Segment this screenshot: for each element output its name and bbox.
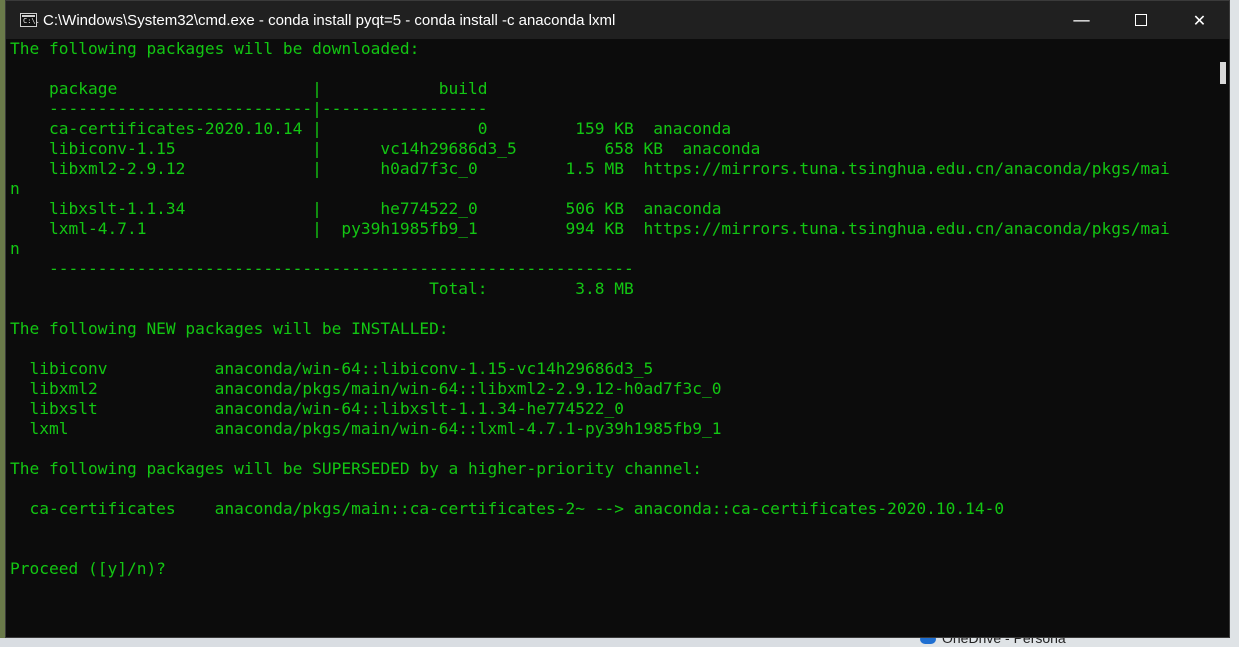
- console-line: The following NEW packages will be INSTA…: [10, 319, 449, 338]
- console-line: Total: 3.8 MB: [10, 279, 634, 298]
- console-line: n: [10, 179, 20, 198]
- minimize-icon: —: [1072, 9, 1091, 31]
- title-bar[interactable]: C:\. C:\Windows\System32\cmd.exe - conda…: [6, 1, 1229, 39]
- console-text: The following packages will be downloade…: [10, 39, 1210, 579]
- scrollbar-thumb[interactable]: [1220, 62, 1226, 84]
- console-line: package | build: [10, 79, 488, 98]
- console-line: ---------------------------|------------…: [10, 99, 488, 118]
- vertical-scrollbar[interactable]: [1219, 41, 1227, 637]
- console-line: libxml2 anaconda/pkgs/main/win-64::libxm…: [10, 379, 722, 398]
- close-icon: ✕: [1192, 10, 1207, 30]
- maximize-icon: [1134, 14, 1147, 26]
- close-button[interactable]: ✕: [1170, 1, 1229, 39]
- cmd-app-icon[interactable]: C:\.: [20, 13, 40, 27]
- cmd-window[interactable]: C:\. C:\Windows\System32\cmd.exe - conda…: [5, 0, 1230, 638]
- window-title: C:\Windows\System32\cmd.exe - conda inst…: [43, 11, 616, 29]
- console-line: The following packages will be SUPERSEDE…: [10, 459, 702, 478]
- console-line: lxml anaconda/pkgs/main/win-64::lxml-4.7…: [10, 419, 722, 438]
- console-output[interactable]: The following packages will be downloade…: [10, 39, 1210, 637]
- console-line: ca-certificates anaconda/pkgs/main::ca-c…: [10, 499, 1005, 518]
- console-line: libxslt anaconda/win-64::libxslt-1.1.34-…: [10, 399, 624, 418]
- maximize-button[interactable]: [1111, 1, 1170, 39]
- console-line: libxml2-2.9.12 | h0ad7f3c_0 1.5 MB https…: [10, 159, 1170, 178]
- console-line: lxml-4.7.1 | py39h1985fb9_1 994 KB https…: [10, 219, 1170, 238]
- minimize-button[interactable]: —: [1052, 1, 1111, 39]
- console-line: ----------------------------------------…: [10, 259, 634, 278]
- console-line: libiconv-1.15 | vc14h29686d3_5 658 KB an…: [10, 139, 761, 158]
- console-line: libiconv anaconda/win-64::libiconv-1.15-…: [10, 359, 654, 378]
- console-line: n: [10, 239, 20, 258]
- console-line: Proceed ([y]/n)?: [10, 559, 166, 578]
- window-controls: — ✕: [1052, 1, 1229, 39]
- desktop-background-right: [1230, 0, 1239, 647]
- console-line: The following packages will be downloade…: [10, 39, 420, 58]
- console-line: ca-certificates-2020.10.14 | 0 159 KB an…: [10, 119, 732, 138]
- console-line: libxslt-1.1.34 | he774522_0 506 KB anaco…: [10, 199, 722, 218]
